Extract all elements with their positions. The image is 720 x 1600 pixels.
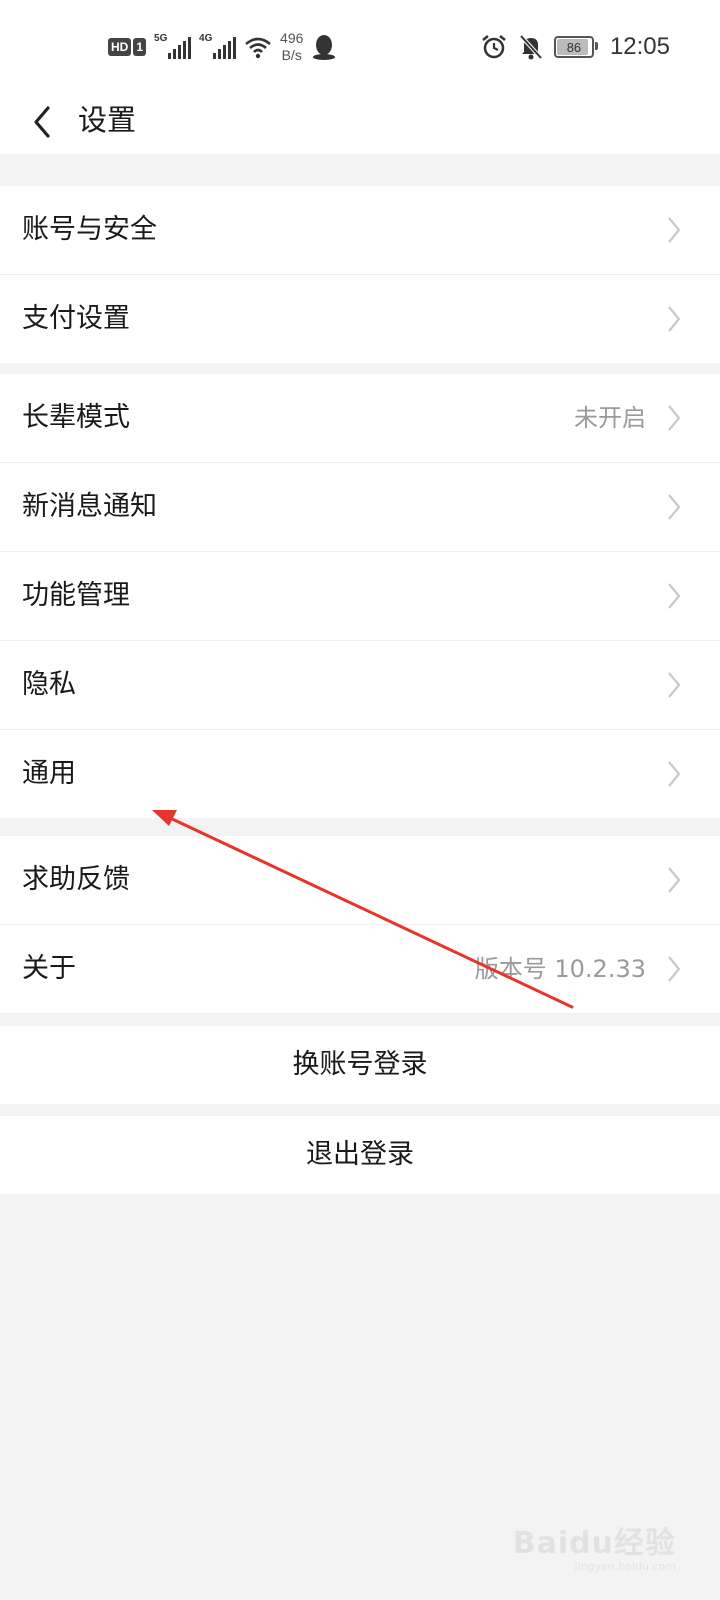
settings-group-support: 求助反馈 关于 版本号 10.2.33 [0,836,720,1013]
settings-item-account-security[interactable]: 账号与安全 [0,186,720,274]
settings-item-label: 隐私 [22,669,76,700]
qq-icon [313,35,336,60]
settings-item-label: 新消息通知 [22,491,157,522]
watermark: Baidu经验 jingyan.baidu.com [513,1528,676,1574]
settings-group-general: 长辈模式 未开启 新消息通知 功能管理 隐私 通用 [0,374,720,818]
settings-item-label: 支付设置 [22,303,130,334]
settings-item-label: 功能管理 [22,580,130,611]
speed-unit: B/s [281,47,302,63]
settings-item-label: 求助反馈 [22,864,130,895]
chevron-right-icon [668,217,681,243]
speed-value: 496 [280,30,304,46]
wifi-icon [245,37,271,59]
chevron-right-icon [668,867,681,893]
settings-group-account: 账号与安全 支付设置 [0,186,720,363]
chevron-right-icon [668,306,681,332]
network-type-1: 5G [154,33,168,44]
logout-button[interactable]: 退出登录 [0,1116,720,1194]
network-speed: 496 B/s [280,30,303,64]
page-title: 设置 [78,103,137,137]
settings-item-notifications[interactable]: 新消息通知 [0,462,720,551]
status-bar: HD 1 5G 4G 496 B/s 86 12:05 [0,0,720,86]
settings-item-label: 关于 [22,953,76,984]
network-type-2: 4G [199,33,213,44]
signal-icon-2: 4G [199,33,237,59]
version-number: 版本号 10.2.33 [474,955,646,983]
settings-item-privacy[interactable]: 隐私 [0,640,720,729]
settings-item-label: 通用 [22,758,76,789]
battery-level: 86 [566,39,582,55]
battery-icon: 86 [553,36,598,58]
chevron-right-icon [668,672,681,698]
signal-icon: 5G [154,33,192,59]
settings-item-payment[interactable]: 支付设置 [0,274,720,363]
chevron-right-icon [668,583,681,609]
watermark-url: jingyan.baidu.com [574,1560,676,1573]
chevron-right-icon [668,494,681,520]
header: 设置 [0,86,720,154]
settings-item-value: 未开启 [574,404,646,432]
hd-label: HD [108,38,132,56]
settings-item-features[interactable]: 功能管理 [0,551,720,640]
chevron-right-icon [668,405,681,431]
watermark-brand: Baidu经验 [512,1526,676,1561]
back-icon[interactable] [24,96,64,144]
settings-item-help-feedback[interactable]: 求助反馈 [0,836,720,924]
sim-label: 1 [133,38,147,56]
mute-icon [519,34,543,60]
settings-item-about[interactable]: 关于 版本号 10.2.33 [0,924,720,1013]
chevron-right-icon [668,956,681,982]
settings-item-label: 账号与安全 [22,214,157,245]
settings-item-general[interactable]: 通用 [0,729,720,818]
clock: 12:05 [609,33,670,60]
settings-item-label: 长辈模式 [22,402,130,433]
settings-item-elder-mode[interactable]: 长辈模式 未开启 [0,374,720,462]
chevron-right-icon [668,761,681,787]
alarm-icon [482,35,506,59]
switch-account-button[interactable]: 换账号登录 [0,1026,720,1104]
hd-badge: HD 1 [108,38,147,56]
